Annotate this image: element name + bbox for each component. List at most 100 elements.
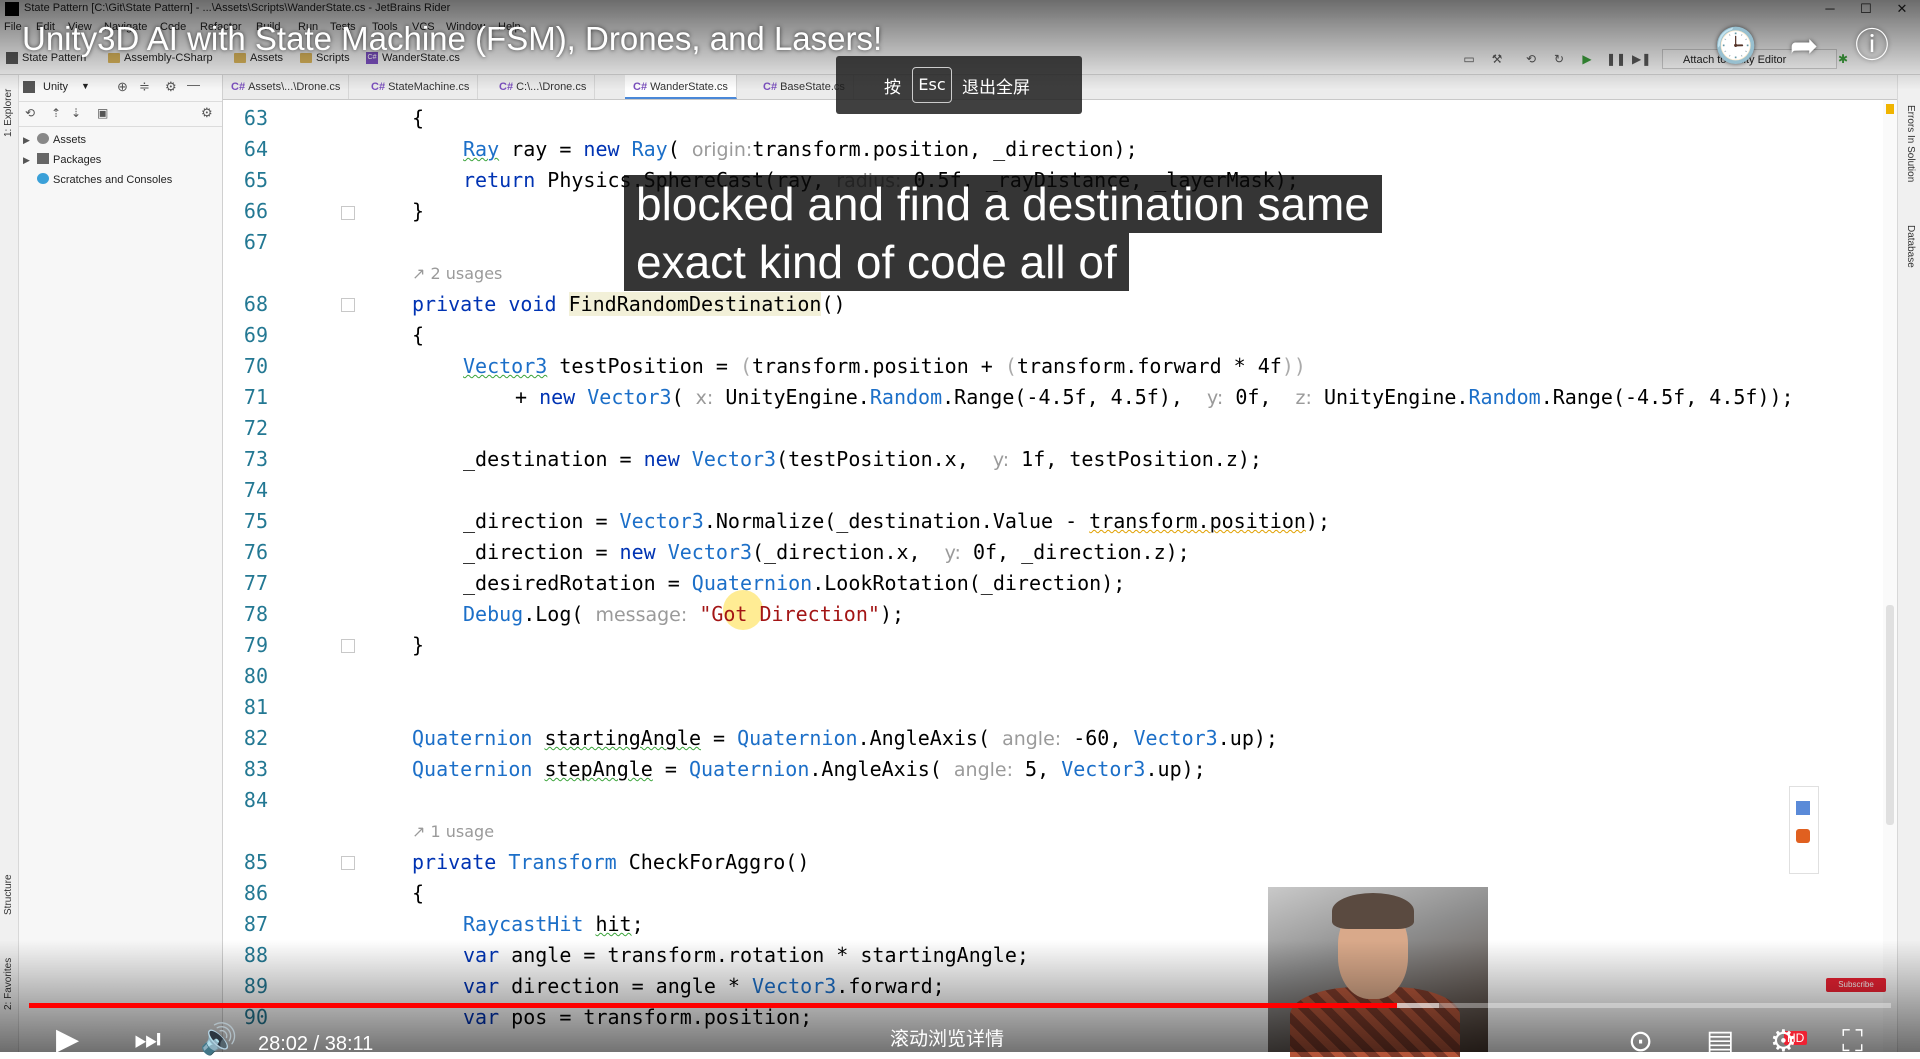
scrollbar-thumb[interactable]: [1886, 605, 1894, 825]
code-line-63: {: [412, 106, 425, 130]
code-line-90: var pos = transform.position;: [463, 1005, 813, 1029]
build-hammer-icon[interactable]: ⚒: [1490, 52, 1504, 66]
line-number: 89: [243, 974, 268, 998]
fold-marker[interactable]: [341, 206, 355, 220]
code-line-71: + new Vector3( x: UnityEngine.Random.Ran…: [515, 385, 1794, 409]
code-line-64: Ray ray = new Ray( origin:transform.posi…: [463, 137, 1138, 161]
window-titlebar: State Pattern [C:\Git\State Pattern] - .…: [0, 0, 1920, 18]
chevron-down-icon[interactable]: ▼: [81, 81, 90, 91]
external-link-icon: ↗: [412, 264, 431, 283]
tab-drone-c[interactable]: C# C:\...\Drone.cs: [491, 75, 596, 99]
line-number: 64: [243, 137, 268, 161]
expand-icon[interactable]: ⇡: [51, 106, 61, 120]
close-icon[interactable]: ✕: [1884, 0, 1920, 18]
line-number: 81: [243, 695, 268, 719]
menu-file[interactable]: File: [4, 21, 22, 33]
layout-icon[interactable]: ▭: [1462, 52, 1476, 66]
exit-fullscreen-icon[interactable]: ⛶: [1842, 1024, 1863, 1059]
structure-tool-tab[interactable]: Structure: [3, 874, 14, 915]
code-line-82: Quaternion startingAngle = Quaternion.An…: [412, 726, 1278, 750]
pause-icon[interactable]: ❚❚: [1606, 52, 1626, 66]
caption-line-1: blocked and find a destination same: [624, 175, 1382, 233]
line-number: 87: [243, 912, 268, 936]
database-tool-tab[interactable]: Database: [1905, 225, 1916, 268]
preview-icon[interactable]: ▣: [97, 106, 108, 120]
project-icon: [6, 52, 18, 64]
explorer-panel: Unity ▼ ⊕ ≑ ⚙ — ⟲ ⇡ ⇣ ▣ ⚙ ▶ Assets ▶ Packa…: [19, 75, 223, 1052]
sync-icon[interactable]: ↻: [1552, 52, 1566, 66]
watch-later-icon[interactable]: 🕒: [1712, 22, 1760, 70]
code-line-68: private void FindRandomDestination(): [412, 292, 846, 316]
editor-scrollbar[interactable]: [1883, 100, 1897, 1052]
chevron-right-icon[interactable]: ▶: [23, 131, 37, 149]
refresh-icon[interactable]: ⟲: [25, 106, 35, 120]
minimize-icon[interactable]: ─: [1812, 0, 1848, 18]
progress-played: [29, 1003, 1397, 1008]
line-number: 67: [243, 230, 268, 254]
explorer-tool-tab[interactable]: 1: Explorer: [3, 89, 14, 137]
line-number: 76: [243, 540, 268, 564]
floating-widget[interactable]: [1789, 786, 1819, 874]
collapse-all-icon[interactable]: ≑: [139, 79, 150, 95]
time-display: 28:02 / 38:11: [258, 1033, 374, 1055]
rider-logo-icon: [5, 2, 19, 16]
share-icon[interactable]: ➦: [1780, 22, 1828, 70]
video-progress-bar[interactable]: [29, 1003, 1891, 1008]
info-icon[interactable]: ⓘ: [1848, 22, 1896, 70]
fold-marker[interactable]: [341, 856, 355, 870]
tree-item-packages[interactable]: ▶ Packages: [23, 151, 101, 169]
translate-icon[interactable]: [1796, 801, 1810, 815]
code-line-78: Debug.Log( message: "Got Direction");: [463, 602, 905, 626]
fold-marker[interactable]: [341, 639, 355, 653]
gear-icon[interactable]: ⚙: [201, 105, 213, 121]
collapse-icon[interactable]: ⇣: [71, 106, 81, 120]
usages-hint[interactable]: ↗ 2 usages: [412, 264, 502, 283]
tab-wanderstate[interactable]: C# WanderState.cs: [625, 75, 737, 99]
fold-marker[interactable]: [341, 298, 355, 312]
gear-icon[interactable]: ⚙: [165, 79, 177, 95]
chevron-right-icon[interactable]: ▶: [23, 151, 37, 169]
subscribe-badge[interactable]: Subscribe: [1826, 978, 1886, 992]
line-number: 79: [243, 633, 268, 657]
tree-item-scratches[interactable]: Scratches and Consoles: [23, 171, 172, 189]
scratches-icon: [37, 173, 49, 184]
tab-statemachine[interactable]: C# StateMachine.cs: [363, 75, 479, 99]
line-number: 75: [243, 509, 268, 533]
usages-hint[interactable]: ↗ 1 usage: [412, 822, 494, 841]
line-number: 66: [243, 199, 268, 223]
caption-line-2: exact kind of code all of: [624, 233, 1129, 291]
settings-icon[interactable]: ⚙: [1770, 1024, 1797, 1059]
sogou-icon[interactable]: [1796, 829, 1810, 843]
play-icon[interactable]: ▶: [1580, 52, 1594, 66]
hide-icon[interactable]: —: [187, 77, 200, 92]
line-number: 86: [243, 881, 268, 905]
autoplay-toggle-icon[interactable]: ⊙: [1628, 1024, 1653, 1059]
unity-folder-icon: [37, 133, 49, 144]
code-line-66: }: [412, 199, 425, 223]
favorites-tool-tab[interactable]: 2: Favorites: [3, 958, 14, 1010]
captions-icon[interactable]: ▤: [1706, 1024, 1734, 1059]
tree-item-assets[interactable]: ▶ Assets: [23, 131, 86, 149]
refresh-icon[interactable]: ⟲: [1524, 52, 1538, 66]
warning-stripe-icon: [1886, 104, 1894, 114]
code-line-69: {: [412, 323, 425, 347]
code-line-87: RaycastHit hit;: [463, 912, 644, 936]
explorer-subtoolbar: ⟲ ⇡ ⇣ ▣ ⚙: [19, 102, 222, 127]
line-number: 78: [243, 602, 268, 626]
step-icon[interactable]: ▶❚: [1632, 52, 1651, 66]
line-number: 73: [243, 447, 268, 471]
window-title: State Pattern [C:\Git\State Pattern] - .…: [24, 2, 451, 14]
maximize-icon[interactable]: ☐: [1848, 0, 1884, 18]
explorer-mode-dropdown[interactable]: Unity: [43, 81, 68, 93]
video-title[interactable]: Unity3D AI with State Machine (FSM), Dro…: [22, 20, 882, 58]
errors-tool-tab[interactable]: Errors In Solution: [1905, 105, 1916, 182]
locate-icon[interactable]: ⊕: [117, 79, 128, 95]
line-number: 83: [243, 757, 268, 781]
tab-drone-assets[interactable]: C# Assets\...\Drone.cs: [223, 75, 350, 99]
explorer-toolbar: Unity ▼ ⊕ ≑ ⚙ —: [19, 75, 222, 102]
webcam-overlay: [1268, 887, 1488, 1057]
code-line-77: _desiredRotation = Quaternion.LookRotati…: [463, 571, 1126, 595]
code-line-75: _direction = Vector3.Normalize(_destinat…: [463, 509, 1330, 533]
scroll-for-details[interactable]: 滚动浏览详情: [890, 1024, 1004, 1051]
code-line-86: {: [412, 881, 425, 905]
